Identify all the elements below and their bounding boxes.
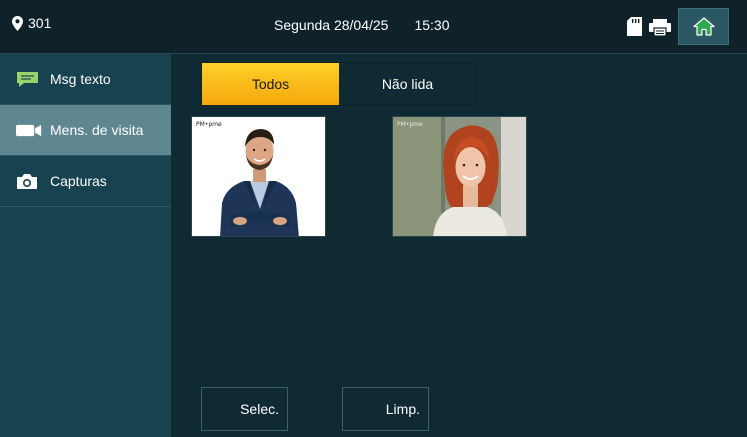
sidebar-item-label: Capturas [50, 173, 107, 189]
location-pin-icon [12, 15, 23, 31]
date-label: Segunda 28/04/25 [274, 17, 389, 33]
sd-card-icon [627, 17, 642, 36]
date-time: Segunda 28/04/25 15:30 [274, 17, 450, 33]
room-number: 301 [28, 15, 52, 31]
tab-unread[interactable]: Não lida [339, 63, 476, 105]
room-indicator: 301 [12, 15, 51, 31]
visitor-photo [393, 117, 526, 236]
home-icon [692, 17, 715, 36]
filter-tabs: Todos Não lida [201, 62, 477, 106]
sidebar-item-visitor-messages[interactable]: Mens. de visita [0, 105, 171, 156]
video-camera-icon [16, 124, 42, 136]
sidebar-item-label: Mens. de visita [50, 122, 144, 138]
visitor-message-thumbnail-1[interactable]: PM•pme [191, 116, 326, 237]
sidebar: Msg texto Mens. de visita Capturas [0, 54, 171, 437]
visitor-photo [192, 117, 325, 236]
visitor-message-thumbnail-2[interactable]: PM•pme [392, 116, 527, 237]
message-icon [17, 71, 38, 87]
printer-icon [649, 19, 671, 36]
sidebar-item-captures[interactable]: Capturas [0, 156, 171, 207]
clear-button[interactable]: Limp. [342, 387, 429, 431]
sidebar-item-text-messages[interactable]: Msg texto [0, 54, 171, 105]
camera-icon [17, 173, 37, 189]
home-button[interactable] [678, 8, 729, 45]
thumbnail-label: PM•pme [196, 121, 222, 128]
time-label: 15:30 [414, 17, 450, 33]
select-button[interactable]: Selec. [201, 387, 288, 431]
sidebar-item-label: Msg texto [50, 71, 111, 87]
thumbnail-label: PM•pme [397, 121, 423, 128]
tab-all[interactable]: Todos [202, 63, 339, 105]
top-bar: 301 Segunda 28/04/25 15:30 [0, 0, 747, 54]
